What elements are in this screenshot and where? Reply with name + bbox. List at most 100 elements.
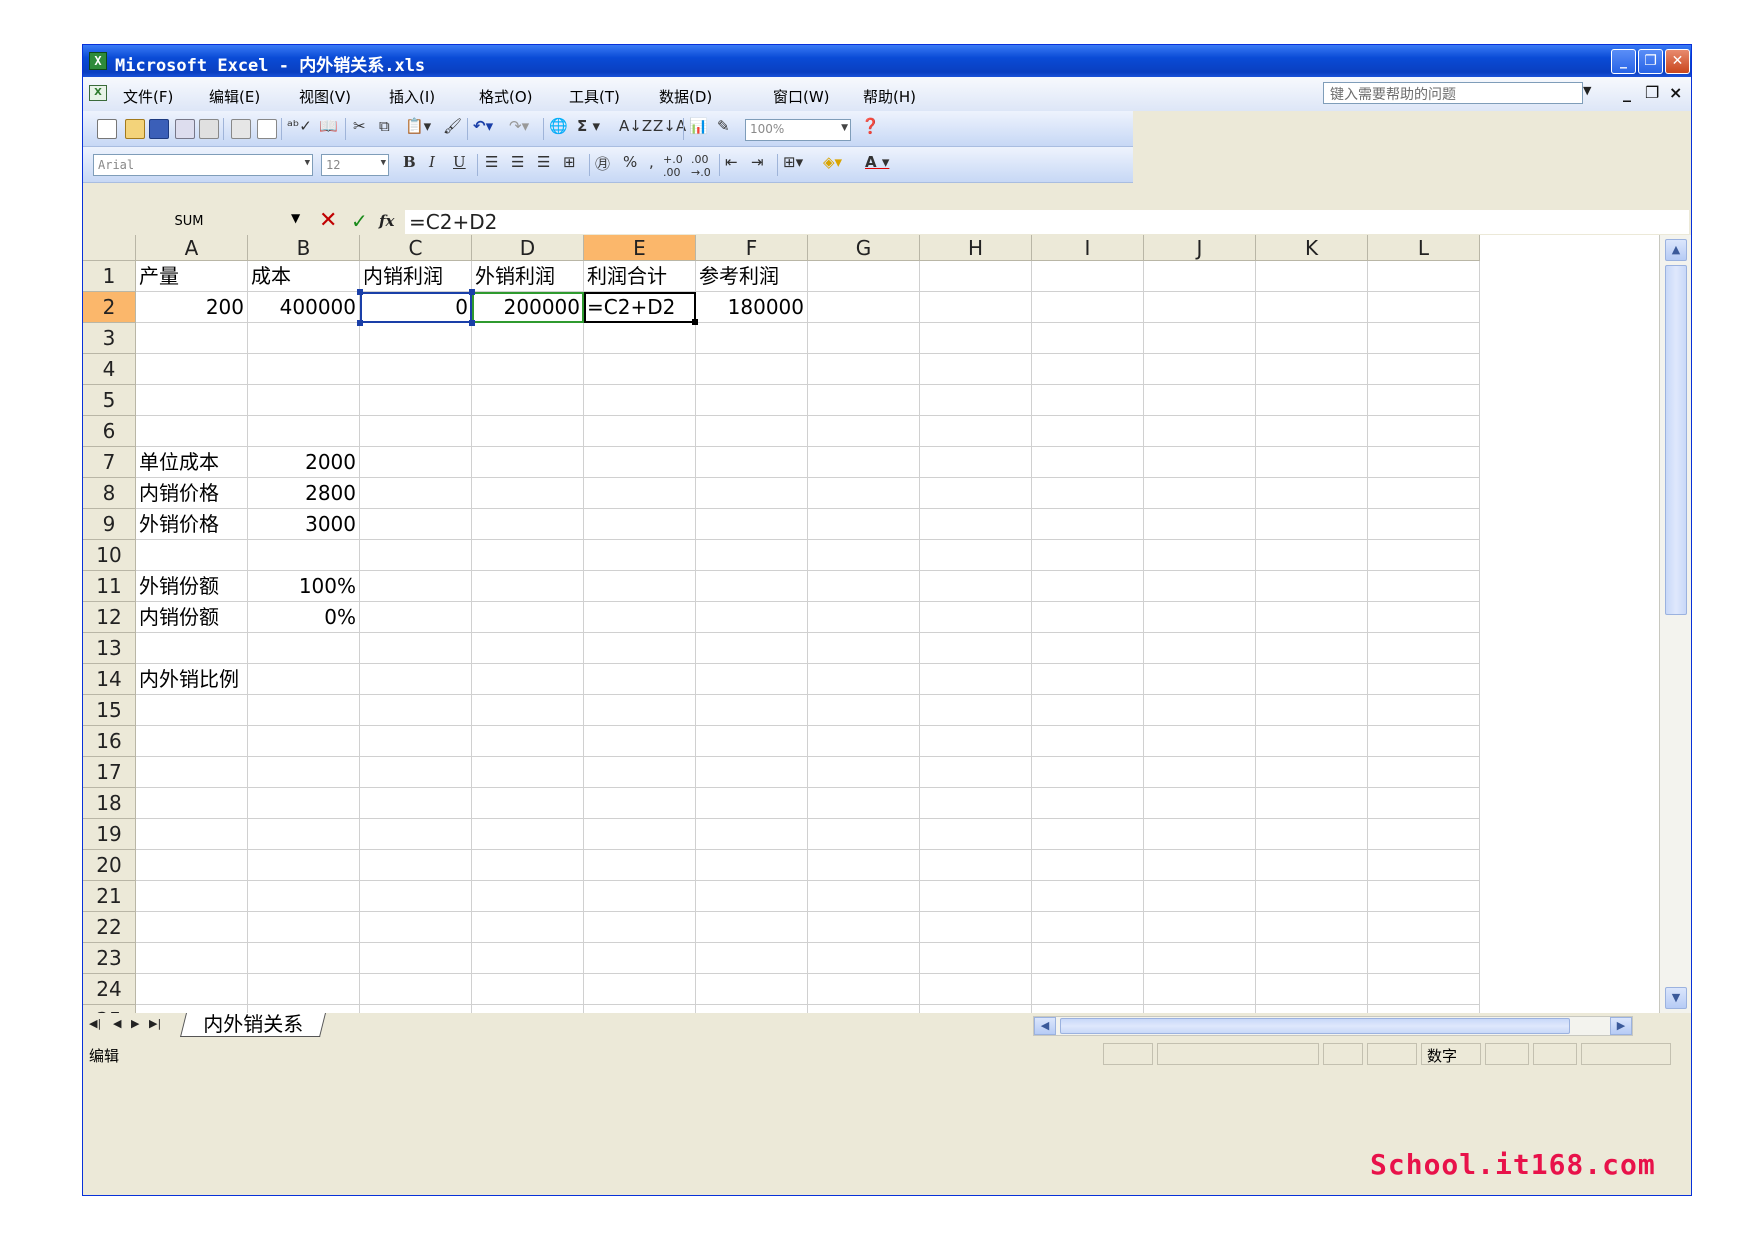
cell-l10[interactable]	[1368, 540, 1480, 571]
cell-g7[interactable]	[808, 447, 920, 478]
cell-i3[interactable]	[1032, 323, 1144, 354]
cell-j9[interactable]	[1144, 509, 1256, 540]
cell-h16[interactable]	[920, 726, 1032, 757]
cell-l7[interactable]	[1368, 447, 1480, 478]
borders-icon[interactable]: ⊞▾	[783, 153, 803, 171]
cell-g6[interactable]	[808, 416, 920, 447]
cell-l1[interactable]	[1368, 261, 1480, 292]
cell-l15[interactable]	[1368, 695, 1480, 726]
excel-icon[interactable]: X	[89, 52, 107, 70]
column-header-h[interactable]: H	[920, 235, 1032, 261]
cell-a12[interactable]: 内销份额	[136, 602, 248, 633]
merge-center-icon[interactable]: ⊞	[563, 153, 576, 171]
cell-i24[interactable]	[1032, 974, 1144, 1005]
cell-k24[interactable]	[1256, 974, 1368, 1005]
cell-h13[interactable]	[920, 633, 1032, 664]
cell-j24[interactable]	[1144, 974, 1256, 1005]
cell-h23[interactable]	[920, 943, 1032, 974]
currency-icon[interactable]: ㊊	[595, 153, 610, 174]
cell-h12[interactable]	[920, 602, 1032, 633]
doc-minimize-icon[interactable]: _	[1623, 83, 1631, 102]
cell-l12[interactable]	[1368, 602, 1480, 633]
cell-i9[interactable]	[1032, 509, 1144, 540]
cell-c14[interactable]	[360, 664, 472, 695]
cell-g23[interactable]	[808, 943, 920, 974]
cell-e6[interactable]	[584, 416, 696, 447]
autosum-icon[interactable]: Σ ▾	[577, 117, 600, 135]
cell-j21[interactable]	[1144, 881, 1256, 912]
cell-g4[interactable]	[808, 354, 920, 385]
scroll-right-icon[interactable]: ▶	[1610, 1017, 1632, 1035]
column-header-c[interactable]: C	[360, 235, 472, 261]
cell-b15[interactable]	[248, 695, 360, 726]
cell-f13[interactable]	[696, 633, 808, 664]
cell-h18[interactable]	[920, 788, 1032, 819]
row-header-13[interactable]: 13	[83, 633, 136, 664]
menu-format[interactable]: 格式(O)	[479, 86, 533, 107]
cell-e4[interactable]	[584, 354, 696, 385]
research-icon[interactable]: ᵃᵇ✓	[287, 117, 312, 135]
cell-k23[interactable]	[1256, 943, 1368, 974]
horizontal-scroll-thumb[interactable]	[1060, 1018, 1570, 1034]
cell-b5[interactable]	[248, 385, 360, 416]
chevron-down-icon[interactable]: ▼	[1583, 84, 1591, 97]
cell-g19[interactable]	[808, 819, 920, 850]
cell-f7[interactable]	[696, 447, 808, 478]
cell-h5[interactable]	[920, 385, 1032, 416]
cell-f4[interactable]	[696, 354, 808, 385]
cell-d12[interactable]	[472, 602, 584, 633]
cell-e16[interactable]	[584, 726, 696, 757]
cell-k7[interactable]	[1256, 447, 1368, 478]
cell-e13[interactable]	[584, 633, 696, 664]
cell-f8[interactable]	[696, 478, 808, 509]
cell-j18[interactable]	[1144, 788, 1256, 819]
cell-d25[interactable]	[472, 1005, 584, 1013]
cell-j8[interactable]	[1144, 478, 1256, 509]
cell-h22[interactable]	[920, 912, 1032, 943]
row-header-5[interactable]: 5	[83, 385, 136, 416]
percent-icon[interactable]: %	[623, 153, 637, 171]
cell-f23[interactable]	[696, 943, 808, 974]
prev-sheet-icon[interactable]: ◀	[113, 1017, 121, 1030]
cell-f15[interactable]	[696, 695, 808, 726]
cell-c10[interactable]	[360, 540, 472, 571]
range-handle[interactable]	[469, 289, 475, 295]
row-header-8[interactable]: 8	[83, 478, 136, 509]
cell-a11[interactable]: 外销份额	[136, 571, 248, 602]
cell-k10[interactable]	[1256, 540, 1368, 571]
cell-g21[interactable]	[808, 881, 920, 912]
cell-l23[interactable]	[1368, 943, 1480, 974]
cell-i23[interactable]	[1032, 943, 1144, 974]
cell-g20[interactable]	[808, 850, 920, 881]
cell-f17[interactable]	[696, 757, 808, 788]
cell-a6[interactable]	[136, 416, 248, 447]
cell-k3[interactable]	[1256, 323, 1368, 354]
chevron-down-icon[interactable]: ▼	[841, 123, 848, 133]
next-sheet-icon[interactable]: ▶	[131, 1017, 139, 1030]
scroll-up-icon[interactable]: ▲	[1665, 239, 1687, 261]
cell-h2[interactable]	[920, 292, 1032, 323]
cell-k2[interactable]	[1256, 292, 1368, 323]
cell-f21[interactable]	[696, 881, 808, 912]
cell-k1[interactable]	[1256, 261, 1368, 292]
cell-i10[interactable]	[1032, 540, 1144, 571]
cell-e2[interactable]: =C2+D2	[584, 292, 696, 323]
cell-j11[interactable]	[1144, 571, 1256, 602]
cell-k4[interactable]	[1256, 354, 1368, 385]
cell-b7[interactable]: 2000	[248, 447, 360, 478]
cell-e15[interactable]	[584, 695, 696, 726]
cell-c15[interactable]	[360, 695, 472, 726]
cell-e9[interactable]	[584, 509, 696, 540]
cell-b23[interactable]	[248, 943, 360, 974]
cell-j13[interactable]	[1144, 633, 1256, 664]
menu-view[interactable]: 视图(V)	[299, 86, 351, 107]
doc-restore-icon[interactable]: ❐	[1645, 83, 1659, 102]
row-header-11[interactable]: 11	[83, 571, 136, 602]
cell-b20[interactable]	[248, 850, 360, 881]
cell-g17[interactable]	[808, 757, 920, 788]
cell-g3[interactable]	[808, 323, 920, 354]
row-header-23[interactable]: 23	[83, 943, 136, 974]
range-handle[interactable]	[469, 320, 475, 326]
cell-a8[interactable]: 内销价格	[136, 478, 248, 509]
cell-a13[interactable]	[136, 633, 248, 664]
